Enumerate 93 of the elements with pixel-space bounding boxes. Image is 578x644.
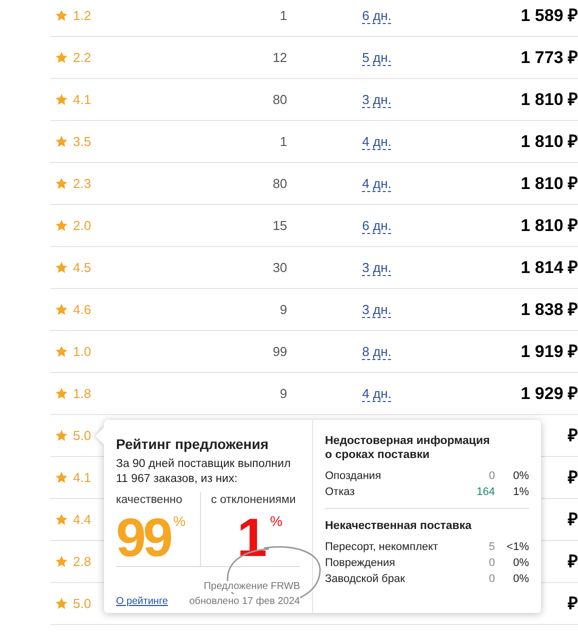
rating-value: 5.0 xyxy=(73,594,92,613)
count-value: 80 xyxy=(272,176,288,191)
star-icon xyxy=(55,513,68,526)
star-icon xyxy=(55,219,68,232)
price-value: 1 814 ₽ xyxy=(520,258,578,276)
issue-count: 5 xyxy=(488,540,495,555)
rating-value: 1.0 xyxy=(73,342,92,361)
issue-count: 164 xyxy=(476,485,495,500)
percent-sign: % xyxy=(173,512,186,532)
star-icon xyxy=(55,471,68,484)
star-icon xyxy=(55,555,68,568)
delivery-link[interactable]: 5 дн. xyxy=(362,50,392,66)
issue-label: Повреждения xyxy=(325,556,396,571)
issue-count: 0 xyxy=(488,556,495,571)
delivery-link[interactable]: 3 дн. xyxy=(362,260,392,276)
price-value: 1 810 ₽ xyxy=(520,216,578,234)
section-title: Некачественная поставка xyxy=(325,519,472,533)
price-value: 1 838 ₽ xyxy=(520,300,578,318)
price-value: ₽ xyxy=(568,552,578,570)
price-value: 1 810 ₽ xyxy=(520,174,578,192)
count-value: 9 xyxy=(280,386,288,401)
issue-count: 0 xyxy=(488,469,495,484)
popup-summary: За 90 дней поставщик выполнил 11 967 заказов, из них: xyxy=(116,457,292,487)
count-value: 1 xyxy=(280,134,288,149)
updated-date: обновлено 17 фев 2024 xyxy=(189,594,300,609)
star-icon xyxy=(55,177,68,190)
rating-value: 4.6 xyxy=(73,300,92,319)
issue-percent: <1% xyxy=(506,540,529,555)
price-value: ₽ xyxy=(568,426,578,444)
rating-value: 5.0 xyxy=(73,426,92,445)
issue-percent: 0% xyxy=(512,556,529,571)
star-icon xyxy=(55,93,68,106)
rating-value: 2.3 xyxy=(73,174,92,193)
price-value: 1 919 ₽ xyxy=(520,342,578,360)
delivery-link[interactable]: 3 дн. xyxy=(362,302,392,318)
count-value: 1 xyxy=(280,8,288,23)
offer-label: Предложение FRWB xyxy=(204,581,300,592)
star-icon xyxy=(55,303,68,316)
count-value: 80 xyxy=(272,92,288,107)
deviation-label: с отклонениями xyxy=(211,493,297,508)
issue-percent: 0% xyxy=(512,572,529,587)
price-value: 1 589 ₽ xyxy=(520,6,578,24)
price-value: 1 810 ₽ xyxy=(520,90,578,108)
rating-value: 2.8 xyxy=(73,552,92,571)
issue-percent: 0% xyxy=(512,469,529,484)
rating-value: 1.2 xyxy=(73,6,92,25)
count-value: 12 xyxy=(272,50,288,65)
popup-title: Рейтинг предложения xyxy=(116,435,270,454)
issue-label: Заводской брак xyxy=(325,572,406,587)
rating-value: 4.5 xyxy=(73,258,92,277)
delivery-link[interactable]: 8 дн. xyxy=(362,344,392,360)
rating-value: 4.1 xyxy=(73,468,92,487)
rating-value: 3.5 xyxy=(73,132,92,151)
issue-count: 0 xyxy=(488,572,495,587)
count-value: 15 xyxy=(272,218,288,233)
issue-label: Пересорт, некомплект xyxy=(325,540,440,555)
star-icon xyxy=(55,261,68,274)
rating-value: 2.0 xyxy=(73,216,92,235)
price-value: ₽ xyxy=(568,510,578,528)
count-value: 30 xyxy=(272,260,288,275)
quality-label: качественно xyxy=(116,493,184,508)
price-value: ₽ xyxy=(568,594,578,612)
issue-label: Опоздания xyxy=(325,469,382,484)
price-value: 1 810 ₽ xyxy=(520,132,578,150)
count-value: 99 xyxy=(272,344,288,359)
issue-label: Отказ xyxy=(325,485,356,500)
star-icon xyxy=(55,429,68,442)
price-value: ₽ xyxy=(568,468,578,486)
delivery-link[interactable]: 6 дн. xyxy=(362,8,392,24)
star-icon xyxy=(55,345,68,358)
rating-value: 4.1 xyxy=(73,90,92,109)
delivery-link[interactable]: 6 дн. xyxy=(362,218,392,234)
about-rating-link[interactable]: О рейтинге xyxy=(116,594,168,609)
percent-sign: % xyxy=(270,512,282,532)
delivery-link[interactable]: 4 дн. xyxy=(362,176,392,192)
rating-value: 4.4 xyxy=(73,510,92,529)
quality-percent: 99 xyxy=(116,509,170,568)
rating-value: 1.8 xyxy=(73,384,92,403)
price-value: 1 773 ₽ xyxy=(520,48,578,66)
section-title: Недостоверная информация о сроках поставки xyxy=(325,434,491,462)
deviation-percent: 1 xyxy=(237,509,268,568)
star-icon xyxy=(55,9,68,22)
star-icon xyxy=(55,51,68,64)
issue-percent: 1% xyxy=(512,485,529,500)
star-icon xyxy=(55,597,68,610)
star-icon xyxy=(55,387,68,400)
delivery-link[interactable]: 4 дн. xyxy=(362,386,392,402)
count-value: 9 xyxy=(280,302,288,317)
rating-value: 2.2 xyxy=(73,48,92,67)
delivery-link[interactable]: 3 дн. xyxy=(362,92,392,108)
star-icon xyxy=(55,135,68,148)
price-value: 1 929 ₽ xyxy=(520,384,578,402)
delivery-link[interactable]: 4 дн. xyxy=(362,134,392,150)
